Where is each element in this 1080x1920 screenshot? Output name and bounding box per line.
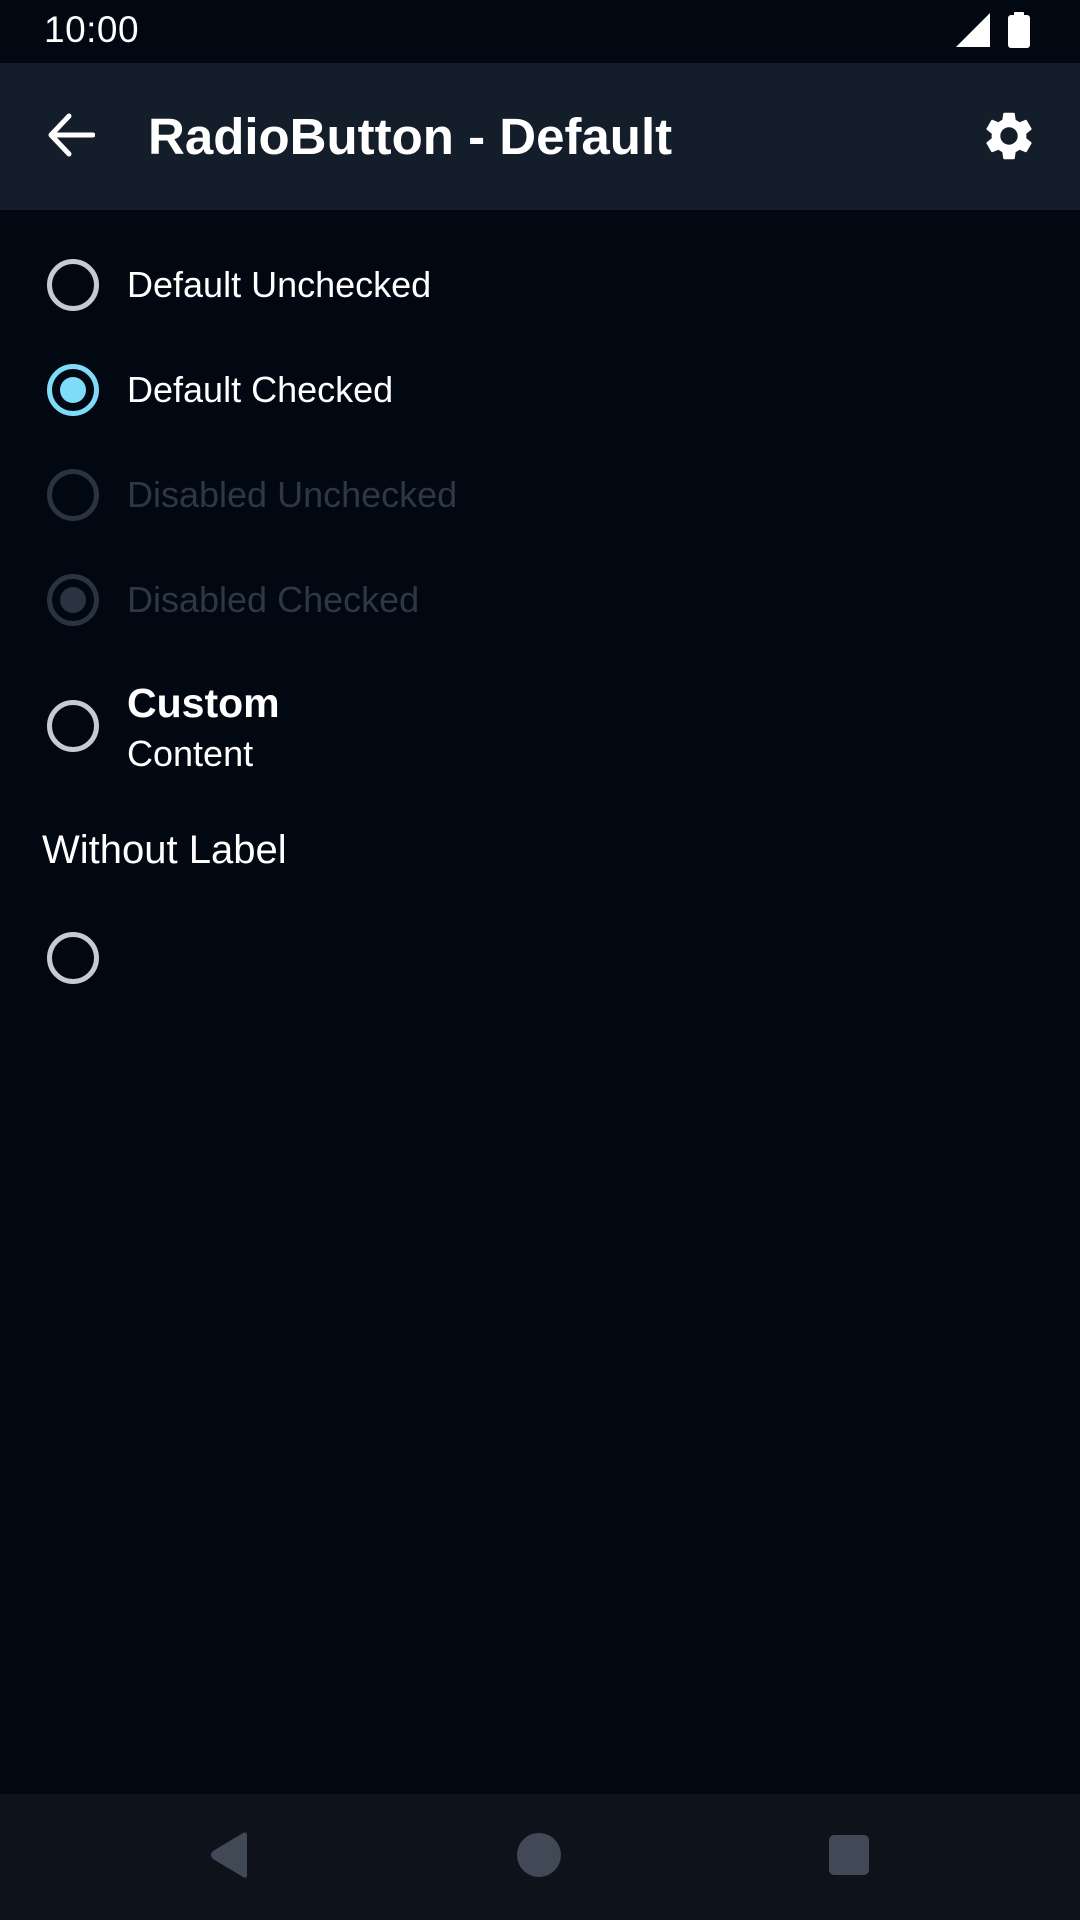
recents-square-icon	[828, 1834, 870, 1881]
radio-option-disabled-unchecked: Disabled Unchecked	[0, 443, 1080, 547]
radio-button[interactable]	[47, 700, 99, 752]
nav-back-button[interactable]	[196, 1824, 262, 1890]
gear-icon	[980, 107, 1038, 170]
status-time: 10:00	[44, 9, 140, 50]
nav-recents-button[interactable]	[816, 1824, 882, 1890]
nav-home-button[interactable]	[506, 1824, 572, 1890]
status-bar: 10:00	[0, 0, 1080, 63]
radio-button-disabled	[47, 469, 99, 521]
signal-icon	[956, 12, 990, 52]
back-triangle-icon	[207, 1831, 251, 1884]
battery-icon	[1008, 11, 1030, 53]
back-button[interactable]	[38, 104, 104, 170]
section-heading-without-label: Without Label	[42, 828, 287, 872]
radio-label: Default Unchecked	[127, 264, 432, 305]
custom-subtitle: Content	[127, 733, 254, 774]
page-title: RadioButton - Default	[148, 108, 673, 165]
screen: 10:00 RadioButton - Default Default Unch…	[0, 0, 1080, 1920]
arrow-back-icon	[47, 113, 96, 162]
status-icons	[956, 11, 1030, 53]
radio-label: Default Checked	[127, 369, 394, 410]
home-circle-icon	[516, 1832, 562, 1883]
radio-button[interactable]	[47, 259, 99, 311]
app-bar: RadioButton - Default	[0, 63, 1080, 210]
radio-button-without-label[interactable]	[47, 932, 99, 984]
navigation-bar	[0, 1794, 1080, 1920]
radio-option-disabled-checked: Disabled Checked	[0, 548, 1080, 652]
radio-option-default-checked[interactable]: Default Checked	[0, 338, 1080, 442]
settings-button[interactable]	[974, 103, 1044, 173]
radio-button-disabled-checked	[47, 574, 99, 626]
radio-option-default-unchecked[interactable]: Default Unchecked	[0, 233, 1080, 337]
radio-label: Disabled Unchecked	[127, 474, 458, 515]
custom-title: Custom	[127, 680, 280, 726]
radio-label: Disabled Checked	[127, 579, 420, 620]
radio-button-checked[interactable]	[47, 364, 99, 416]
